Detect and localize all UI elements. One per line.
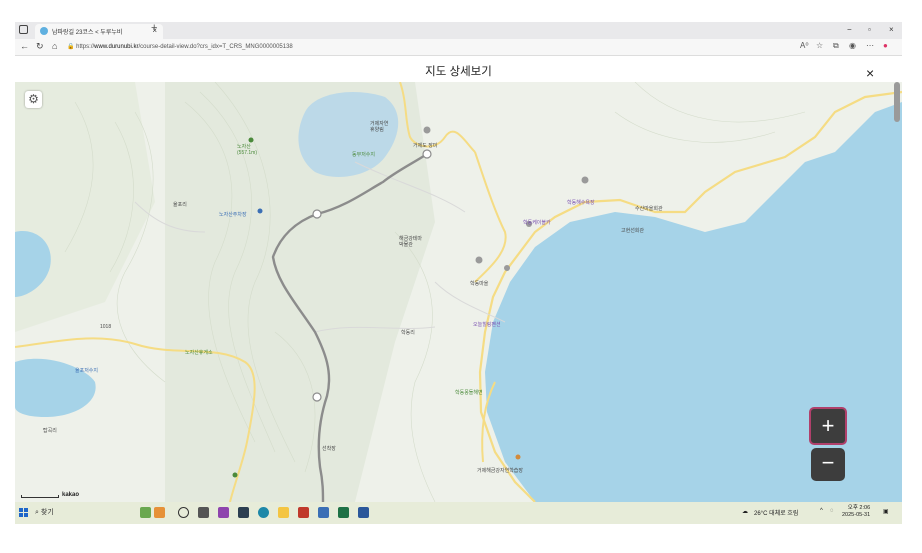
map-settings-gear-icon[interactable]: ⚙ <box>25 91 42 108</box>
map-attribution-logo: kakao <box>62 492 80 498</box>
maximize-button[interactable]: ▫ <box>868 25 871 34</box>
edge-browser-icon[interactable] <box>258 507 269 518</box>
taskbar-widget-icon[interactable] <box>140 507 151 518</box>
map-label-lake-left: 율포저수지 <box>75 367 98 374</box>
modal-close-button[interactable]: × <box>866 66 874 80</box>
tray-chevron-icon[interactable]: ^ <box>820 508 823 514</box>
taskbar-app-icon[interactable] <box>198 507 209 518</box>
browser-window: 남파랑길 23코스 < 두루누비 × + − ▫ × ← ↻ ⌂ 🔒 https… <box>15 22 902 525</box>
clock-date: 2025-05-31 <box>842 512 871 518</box>
map-label-seonam: 선착장 <box>322 445 336 452</box>
weather-status[interactable]: 26°C 대체로 흐림 <box>754 508 798 517</box>
trail-waypoint[interactable] <box>312 209 322 219</box>
taskbar-search-label: 찾기 <box>40 509 54 516</box>
map-label-center1: 오늘힐링펜션 <box>473 321 501 328</box>
map-label-market: 노자산주차장 <box>219 211 247 218</box>
tab-bar: 남파랑길 23코스 < 두루누비 × + − ▫ × <box>15 22 902 39</box>
map-scale-bar <box>21 495 59 498</box>
notification-icon[interactable]: ▣ <box>883 508 889 515</box>
trail-waypoint[interactable] <box>312 392 322 402</box>
extensions-icon[interactable]: ◉ <box>849 41 856 50</box>
url-prefix: https:// <box>76 44 95 50</box>
excel-icon[interactable] <box>338 507 349 518</box>
poi-pin-icon[interactable] <box>475 256 483 264</box>
map-label-hakdong-dong: 학동마을 <box>470 280 489 287</box>
map-label-tanggok: 탑곡리 <box>43 427 57 434</box>
taskbar: ⌕ 찾기 ☁ 26°C 대체로 흐림 ^ ◌ 오후 2:06 2025-05-3… <box>15 502 902 524</box>
map-label-south: 거제해금강자연학습장 <box>477 467 523 474</box>
tab-title: 남파랑길 23코스 < 두루누비 <box>52 30 123 36</box>
task-view-icon[interactable] <box>178 507 189 518</box>
summit-icon <box>248 137 254 143</box>
map-canvas[interactable]: 노자산 (557.1m) 거제자연 휴양림 동부저수지 거제도 장미 율포리 학동리… <box>15 82 902 502</box>
windows-start-icon[interactable] <box>19 508 28 517</box>
network-icon[interactable]: ◌ <box>830 508 834 514</box>
map-label-hakdong: 학동리 <box>401 329 415 336</box>
new-tab-button[interactable]: + <box>151 22 157 34</box>
modal-header: 지도 상세보기 × <box>15 56 902 82</box>
poi-pin-icon[interactable] <box>504 265 510 271</box>
poi-dot-icon <box>257 208 263 214</box>
map-label-east1: 수산마을회관 <box>635 205 663 212</box>
taskbar-app-icon[interactable] <box>318 507 329 518</box>
poi-pin-icon[interactable] <box>581 176 589 184</box>
modal-title: 지도 상세보기 <box>425 66 492 78</box>
poi-dot-icon <box>515 454 521 460</box>
taskbar-app-icon[interactable] <box>238 507 249 518</box>
split-screen-icon[interactable]: ⧉ <box>833 41 839 51</box>
map-label-road-num: 1018 <box>100 324 111 330</box>
poi-dot-icon <box>232 472 238 478</box>
map-label-golri: 율포리 <box>173 201 187 208</box>
close-window-button[interactable]: × <box>889 25 894 34</box>
map-view[interactable]: 노자산 (557.1m) 거제자연 휴양림 동부저수지 거제도 장미 율포리 학동리… <box>15 82 902 502</box>
favicon-icon <box>40 27 48 35</box>
taskbar-app-icon[interactable] <box>298 507 309 518</box>
address-bar: ← ↻ ⌂ 🔒 https://www.durunubi.kr/course-d… <box>15 39 902 56</box>
map-label-reservoir2: 동부저수지 <box>352 151 375 158</box>
map-label-center2: 학동케이블카 <box>523 219 551 226</box>
zoom-out-button[interactable]: − <box>811 448 845 481</box>
clock-time: 오후 2:06 <box>847 505 871 511</box>
back-icon[interactable]: ← <box>20 41 29 51</box>
trail-waypoint[interactable] <box>422 149 432 159</box>
weather-icon[interactable]: ☁ <box>742 508 748 515</box>
taskbar-app-icon[interactable] <box>218 507 229 518</box>
poi-pin-icon[interactable] <box>423 126 431 134</box>
url-host: www.durunubi.kr <box>94 44 139 50</box>
file-explorer-icon[interactable] <box>278 507 289 518</box>
url-field[interactable]: 🔒 https://www.durunubi.kr/course-detail-… <box>67 41 807 53</box>
lock-icon: 🔒 <box>67 44 77 50</box>
copilot-icon[interactable]: ● <box>883 41 888 50</box>
map-label-yongsu: 학동해수욕장 <box>567 199 595 206</box>
screen: 남파랑길 23코스 < 두루누비 × + − ▫ × ← ↻ ⌂ 🔒 https… <box>0 0 922 553</box>
tab-active[interactable]: 남파랑길 23코스 < 두루누비 × <box>35 24 163 39</box>
map-label-east2: 고현선회관 <box>621 227 644 234</box>
system-clock[interactable]: 오후 2:06 2025-05-31 <box>842 505 870 519</box>
taskbar-widget-icon[interactable] <box>154 507 165 518</box>
taskbar-search[interactable]: ⌕ 찾기 <box>35 505 145 521</box>
window-menu-icon[interactable] <box>19 25 28 34</box>
refresh-icon[interactable]: ↻ <box>36 41 44 52</box>
more-options-icon[interactable]: ⋯ <box>866 41 874 50</box>
word-icon[interactable] <box>358 507 369 518</box>
map-label-rest1: 거제도 장미 <box>413 142 437 149</box>
favorite-star-icon[interactable]: ☆ <box>816 41 823 50</box>
map-label-gate: 노자산휴게소 <box>185 349 213 356</box>
home-icon[interactable]: ⌂ <box>52 41 57 51</box>
reader-icon[interactable]: A⁰ <box>800 41 809 50</box>
vertical-scrollbar[interactable] <box>894 82 900 122</box>
minimize-button[interactable]: − <box>847 25 852 34</box>
url-path: /course-detail-view.do?crs_idx=T_CRS_MNG… <box>138 44 293 50</box>
map-label-campground: 학동몽돌해변 <box>455 389 483 396</box>
zoom-in-button[interactable]: + <box>809 407 847 445</box>
